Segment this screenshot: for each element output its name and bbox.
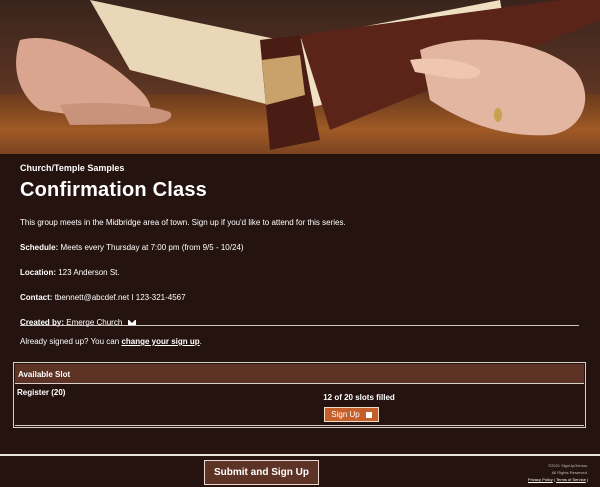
copyright: ©2021 SignUpGenius. All Rights Reserved.: [548, 462, 588, 476]
footer-separator: |: [553, 477, 555, 482]
contact-value: tbennett@abcdef.net I 123-321-4567: [54, 293, 186, 302]
footer-trailing-separator: |: [586, 477, 588, 482]
terms-of-service-link[interactable]: Terms of Service: [556, 477, 586, 482]
group-description: This group meets in the Midbridge area o…: [20, 218, 346, 227]
open-book-illustration: [16, 0, 600, 150]
group-name: Church/Temple Samples: [20, 163, 125, 173]
footer-links: Privacy Policy | Terms of Service |: [528, 477, 588, 482]
schedule-label: Schedule:: [20, 243, 59, 252]
submit-and-sign-up-button[interactable]: Submit and Sign Up: [204, 460, 319, 485]
copyright-line-2: All Rights Reserved.: [551, 470, 588, 475]
group-details: Church/Temple Samples Confirmation Class…: [20, 163, 580, 327]
already-signed-up: Already signed up? You can change your s…: [20, 337, 202, 346]
footer-divider: [0, 454, 600, 456]
already-suffix: .: [199, 337, 202, 346]
sign-up-button[interactable]: Sign Up: [324, 407, 379, 422]
section-divider: [20, 325, 579, 326]
copyright-line-1: ©2021 SignUpGenius.: [548, 463, 588, 468]
slot-table: Available Slot Register (20) 12 of 20 sl…: [13, 362, 586, 428]
schedule-line: Schedule: Meets every Thursday at 7:00 p…: [20, 243, 580, 252]
slot-table-header: Available Slot: [15, 364, 584, 384]
hero-image: [0, 0, 600, 154]
contact-line: Contact: tbennett@abcdef.net I 123-321-4…: [20, 293, 580, 302]
privacy-policy-link[interactable]: Privacy Policy: [528, 477, 553, 482]
change-signup-link[interactable]: change your sign up: [121, 337, 199, 346]
slot-name: Register (20): [17, 388, 66, 397]
checkbox-icon[interactable]: [365, 411, 372, 418]
location-value: 123 Anderson St.: [58, 268, 120, 277]
contact-label: Contact:: [20, 293, 53, 302]
slot-table-bottom-border: [15, 425, 584, 426]
already-prefix: Already signed up? You can: [20, 337, 120, 346]
location-line: Location: 123 Anderson St.: [20, 268, 580, 277]
sign-up-label: Sign Up: [331, 410, 360, 419]
schedule-value: Meets every Thursday at 7:00 pm (from 9/…: [60, 243, 244, 252]
page-title: Confirmation Class: [20, 179, 207, 201]
slot-filled-count: 12 of 20 slots filled: [323, 393, 395, 402]
location-label: Location:: [20, 268, 56, 277]
